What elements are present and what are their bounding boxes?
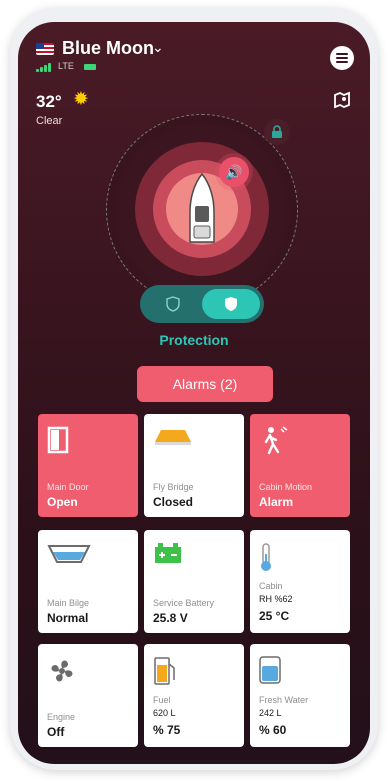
tile-value: Off (47, 725, 65, 739)
tile-value: Closed (153, 495, 194, 509)
weather-condition: Clear (36, 115, 63, 127)
speaker-icon[interactable]: 🔊 (219, 157, 249, 187)
tile-value: % 60 (259, 723, 287, 737)
tile-cabin[interactable]: Cabin RH %62 25 °C (250, 530, 350, 633)
map-icon[interactable] (331, 90, 353, 112)
shield-outline-icon[interactable] (144, 289, 202, 319)
tile-engine[interactable]: Engine Off (38, 644, 138, 747)
tile-fly-bridge[interactable]: Fly Bridge Closed (144, 414, 244, 517)
tile-label: Engine (47, 712, 76, 722)
tile-fuel[interactable]: Fuel 620 L % 75 (144, 644, 244, 747)
tile-value: 25.8 V (153, 611, 188, 625)
lock-icon[interactable] (264, 119, 290, 145)
flag-icon (36, 43, 54, 55)
temperature: 32° (36, 92, 62, 111)
tile-humidity: RH %62 (259, 594, 293, 604)
protection-toggle[interactable] (140, 285, 264, 323)
tile-main-door[interactable]: Main Door Open (38, 414, 138, 517)
tile-volume: 620 L (153, 708, 176, 718)
tile-label: Service Battery (153, 598, 215, 608)
alarms-button[interactable]: Alarms (2) (137, 366, 273, 402)
tile-fresh-water[interactable]: Fresh Water 242 L % 60 (250, 644, 350, 747)
tile-label: Fly Bridge (153, 482, 194, 492)
bilge-icon (47, 542, 91, 571)
tile-value: Alarm (259, 495, 294, 509)
thermometer-icon (259, 542, 273, 577)
protection-label: Protection (159, 332, 229, 348)
fuel-icon (153, 656, 177, 691)
tile-label: Fuel (153, 695, 171, 705)
tile-label: Fresh Water (259, 695, 309, 705)
boat-name[interactable]: Blue Moon (62, 38, 154, 59)
tile-main-bilge[interactable]: Main Bilge Normal (38, 530, 138, 633)
menu-button[interactable] (330, 46, 354, 70)
network-label: LTE (58, 61, 74, 71)
tile-value: Normal (47, 611, 89, 625)
boat-icon (186, 172, 218, 251)
door-icon (47, 426, 69, 459)
tile-value: 25 °C (259, 609, 290, 623)
tile-volume: 242 L (259, 708, 282, 718)
tile-label: Cabin (259, 581, 283, 591)
tile-value: Open (47, 495, 78, 509)
tile-service-battery[interactable]: Service Battery 25.8 V (144, 530, 244, 633)
signal-icon (36, 62, 58, 72)
shield-filled-icon[interactable] (202, 289, 260, 319)
tile-cabin-motion[interactable]: Cabin Motion Alarm (250, 414, 350, 517)
tile-label: Main Bilge (47, 598, 90, 608)
battery-icon (153, 542, 183, 569)
sun-icon: ✹ (73, 89, 89, 110)
fan-icon (47, 656, 77, 691)
tile-value: % 75 (153, 723, 181, 737)
motion-icon (259, 426, 289, 461)
tile-label: Main Door (47, 482, 89, 492)
battery-icon (84, 64, 96, 70)
chevron-down-icon[interactable]: ⌄ (152, 39, 164, 56)
tile-label: Cabin Motion (259, 482, 313, 492)
app-screen: Blue Moon ⌄ LTE 32° ✹ Clear 🔊 Protection… (18, 22, 370, 764)
fly-bridge-icon (153, 426, 193, 453)
water-tank-icon (259, 656, 281, 689)
